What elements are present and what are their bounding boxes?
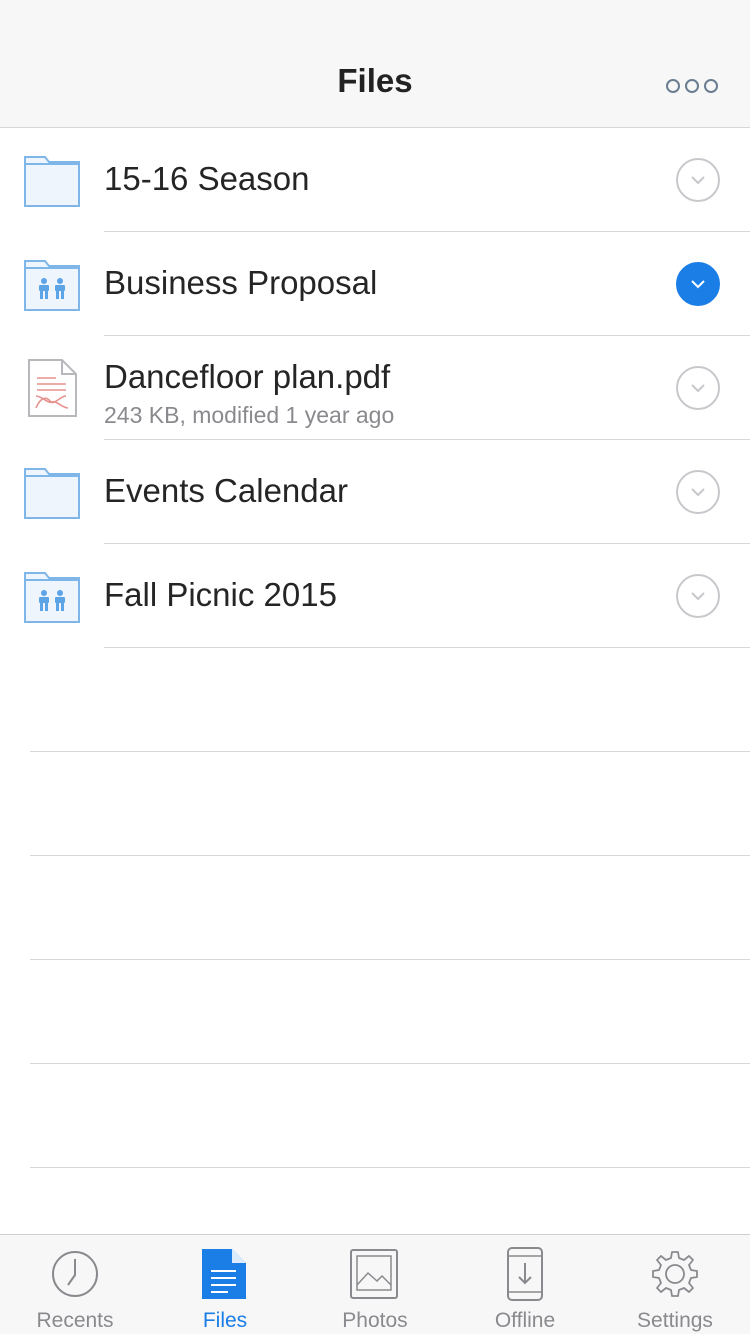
list-item[interactable]: 15-16 Season bbox=[0, 128, 750, 232]
pdf-file-icon bbox=[22, 358, 82, 418]
chevron-down-icon bbox=[691, 592, 705, 601]
file-name: Business Proposal bbox=[104, 264, 378, 301]
chevron-down-icon bbox=[691, 176, 705, 185]
empty-row-separator bbox=[30, 855, 750, 856]
item-options-button[interactable] bbox=[676, 262, 720, 306]
tab-recents[interactable]: Recents bbox=[0, 1235, 150, 1335]
clock-icon bbox=[50, 1247, 100, 1301]
navigation-bar: Files bbox=[0, 0, 750, 128]
file-name: Dancefloor plan.pdf bbox=[104, 358, 391, 395]
file-list: 15-16 Season Business Proposal Dancefloo… bbox=[0, 128, 750, 648]
empty-row-separator bbox=[30, 751, 750, 752]
item-options-button[interactable] bbox=[676, 574, 720, 618]
folder-icon bbox=[22, 150, 82, 210]
page-title: Files bbox=[337, 62, 413, 99]
tab-files[interactable]: Files bbox=[150, 1235, 300, 1335]
tab-label: Settings bbox=[637, 1309, 713, 1332]
chevron-down-icon bbox=[691, 488, 705, 497]
tab-label: Photos bbox=[342, 1309, 408, 1332]
file-name: Fall Picnic 2015 bbox=[104, 576, 337, 613]
more-dot-icon bbox=[685, 79, 699, 93]
more-dot-icon bbox=[666, 79, 680, 93]
tab-photos[interactable]: Photos bbox=[300, 1235, 450, 1335]
folder-icon bbox=[22, 462, 82, 522]
row-separator bbox=[104, 647, 750, 648]
tab-label: Recents bbox=[36, 1309, 114, 1332]
tab-bar: Recents Files Photos Offline Settings bbox=[0, 1234, 750, 1334]
chevron-down-icon bbox=[691, 384, 705, 393]
list-item[interactable]: Fall Picnic 2015 bbox=[0, 544, 750, 648]
list-item[interactable]: Business Proposal bbox=[0, 232, 750, 336]
empty-row-separator bbox=[30, 959, 750, 960]
image-icon bbox=[350, 1247, 400, 1301]
tab-offline[interactable]: Offline bbox=[450, 1235, 600, 1335]
empty-row-separator bbox=[30, 1063, 750, 1064]
item-options-button[interactable] bbox=[676, 470, 720, 514]
tab-label: Files bbox=[202, 1309, 248, 1332]
list-item[interactable]: Events Calendar bbox=[0, 440, 750, 544]
chevron-down-icon bbox=[691, 280, 705, 289]
more-options-button[interactable] bbox=[656, 70, 728, 102]
gear-icon bbox=[650, 1247, 700, 1301]
list-item[interactable]: Dancefloor plan.pdf 243 KB, modified 1 y… bbox=[0, 336, 750, 440]
file-name: 15-16 Season bbox=[104, 160, 310, 197]
file-name: Events Calendar bbox=[104, 472, 348, 509]
phone-download-icon bbox=[500, 1247, 550, 1301]
tab-settings[interactable]: Settings bbox=[600, 1235, 750, 1335]
document-icon bbox=[200, 1247, 250, 1301]
empty-row-separator bbox=[30, 1167, 750, 1168]
shared-folder-icon bbox=[22, 566, 82, 626]
shared-folder-icon bbox=[22, 254, 82, 314]
more-dot-icon bbox=[704, 79, 718, 93]
item-options-button[interactable] bbox=[676, 366, 720, 410]
tab-label: Offline bbox=[494, 1309, 556, 1332]
file-meta: 243 KB, modified 1 year ago bbox=[104, 402, 395, 428]
item-options-button[interactable] bbox=[676, 158, 720, 202]
